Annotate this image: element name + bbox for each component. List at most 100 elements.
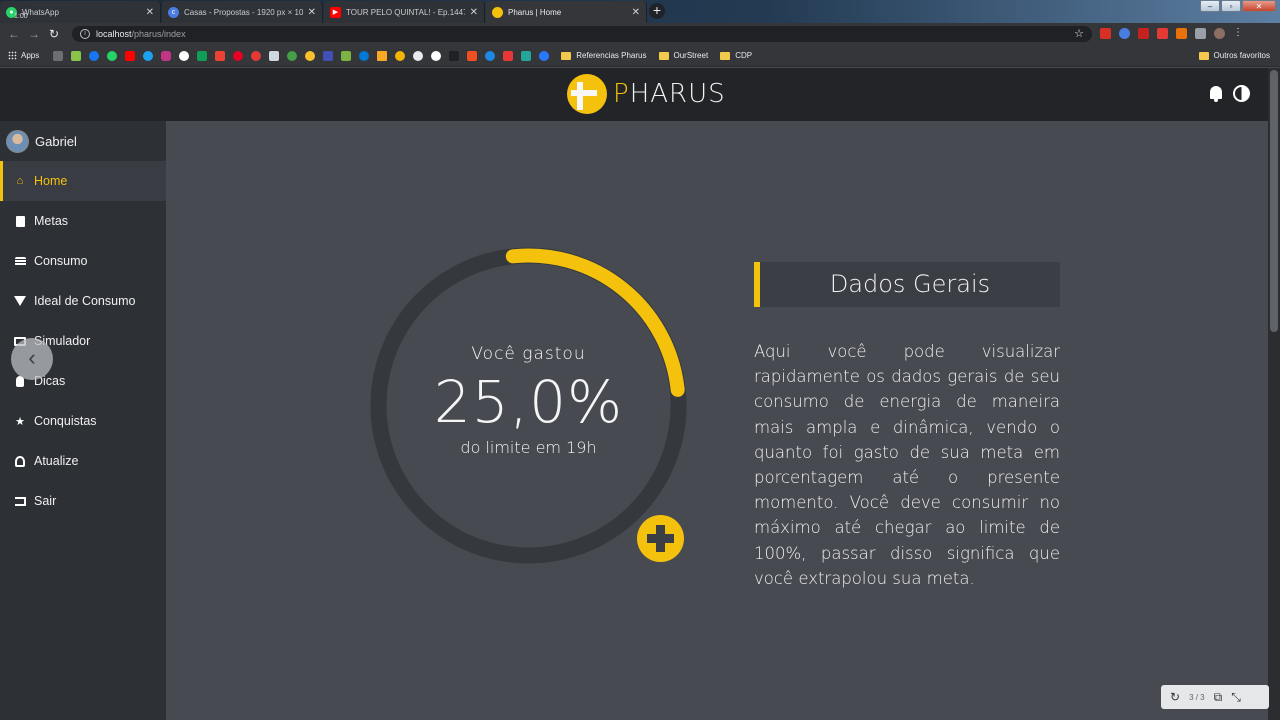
gauge-readout: Você gastou 25,0% do limite em 19h — [367, 344, 690, 457]
bookmark-site-icon[interactable] — [53, 50, 64, 61]
github-icon[interactable] — [413, 50, 424, 61]
filter-icon — [13, 294, 27, 308]
maximize-button[interactable]: ▫ — [1221, 0, 1241, 12]
whatsapp-icon[interactable] — [107, 50, 118, 61]
reload-icon[interactable]: ↻ — [44, 27, 64, 41]
bookmark-site-icon[interactable] — [485, 50, 496, 61]
bookmark-site-icon[interactable] — [323, 50, 334, 61]
bookmark-site-icon[interactable] — [449, 50, 460, 61]
info-icon[interactable]: i — [80, 29, 90, 39]
close-icon[interactable]: ✕ — [146, 7, 154, 18]
contrast-toggle-icon[interactable] — [1233, 85, 1250, 102]
tab-pharus-home[interactable]: Pharus | Home ✕ — [486, 1, 647, 23]
media-queue-icon[interactable] — [1195, 28, 1206, 39]
fit-page-icon[interactable]: ⧉ — [1214, 690, 1223, 705]
translate-icon[interactable] — [1119, 28, 1130, 39]
menu-dots-icon[interactable]: ⋮ — [1233, 28, 1244, 39]
close-icon[interactable]: ✕ — [470, 7, 478, 18]
window-controls: – ▫ ✕ — [1200, 0, 1276, 12]
bookmark-site-icon[interactable] — [215, 50, 226, 61]
bookmark-site-icon[interactable] — [377, 50, 388, 61]
pharus-logo[interactable]: PHARUS — [567, 74, 726, 114]
sidebar-item-consumo[interactable]: Consumo — [0, 241, 166, 281]
figma-icon[interactable] — [467, 50, 478, 61]
folder-icon — [720, 51, 731, 60]
close-icon[interactable]: ✕ — [632, 7, 640, 18]
pdf-extension-icon[interactable] — [1138, 28, 1149, 39]
back-arrow-icon[interactable]: ← — [4, 27, 24, 41]
youtube-icon[interactable] — [125, 50, 136, 61]
tab-casas-propostas[interactable]: c Casas - Propostas - 1920 px × 10 ✕ — [162, 1, 323, 23]
adblock-icon[interactable] — [1100, 28, 1111, 39]
folder-icon — [561, 51, 572, 60]
scrollbar-thumb[interactable] — [1270, 70, 1278, 332]
sidebar-item-label: Conquistas — [34, 414, 97, 428]
sidebar-item-label: Ideal de Consumo — [34, 294, 136, 308]
bookmark-other-favorites[interactable]: Outros favoritos — [1198, 51, 1270, 60]
bookmark-site-icon[interactable] — [71, 50, 82, 61]
collapse-sidebar-button[interactable]: ‹ — [11, 338, 53, 380]
edge-icon[interactable] — [359, 50, 370, 61]
chrome-page-icon: c — [168, 6, 179, 18]
bookmark-folder-referencias[interactable]: Referencias Pharus — [561, 51, 647, 60]
window-close-button[interactable]: ✕ — [1242, 0, 1276, 12]
bookmark-site-icon[interactable] — [503, 50, 514, 61]
instagram-icon[interactable] — [161, 50, 172, 61]
bookmark-folder-ourstreet[interactable]: OurStreet — [658, 51, 709, 60]
bookmark-site-icon[interactable] — [341, 50, 352, 61]
youtube-extension-icon[interactable] — [1157, 28, 1168, 39]
sidebar-item-atualize[interactable]: Atualize — [0, 441, 166, 481]
folder-label: Referencias Pharus — [576, 51, 647, 60]
pharus-favicon-icon — [492, 6, 503, 18]
sidebar-item-label: Metas — [34, 214, 69, 228]
award-icon — [13, 454, 27, 468]
folder-label: OurStreet — [673, 51, 709, 60]
pinterest-icon[interactable] — [233, 50, 244, 61]
gauge-sublabel: do limite em 19h — [460, 438, 597, 457]
bookmark-site-icon[interactable] — [269, 50, 280, 61]
bookmark-site-icon[interactable] — [521, 50, 532, 61]
bookmark-site-icon[interactable] — [539, 50, 550, 61]
extension-icon[interactable] — [1176, 28, 1187, 39]
twitter-icon[interactable] — [143, 50, 154, 61]
user-name: Gabriel — [35, 133, 77, 149]
star-icon: ★ — [15, 415, 25, 428]
folder-icon — [1198, 51, 1209, 60]
sidebar-item-conquistas[interactable]: ★ Conquistas — [0, 401, 166, 441]
bookmark-site-icon[interactable] — [287, 50, 298, 61]
coins-icon — [13, 254, 27, 268]
profile-avatar-icon[interactable] — [1214, 28, 1225, 39]
section-title: Dados Gerais — [754, 262, 1060, 307]
rotate-icon[interactable]: ↻ — [1170, 690, 1180, 704]
bookmark-site-icon[interactable] — [305, 50, 316, 61]
exit-fullscreen-icon[interactable]: ⤡ — [1231, 690, 1241, 705]
sidebar-item-home[interactable]: ⌂ Home — [0, 161, 166, 201]
facebook-icon[interactable] — [89, 50, 100, 61]
sidebar-item-metas[interactable]: Metas — [0, 201, 166, 241]
bookmark-site-icon[interactable] — [251, 50, 262, 61]
new-tab-button[interactable]: + — [649, 3, 665, 19]
user-profile[interactable]: Gabriel — [0, 121, 166, 161]
bookmark-site-icon[interactable] — [395, 50, 406, 61]
minimize-button[interactable]: – — [1200, 0, 1220, 12]
url-input[interactable]: i localhost/pharus/index ☆ — [72, 26, 1092, 42]
header-actions — [1208, 85, 1250, 103]
bell-icon[interactable] — [1208, 85, 1224, 103]
bookmark-icons — [53, 50, 550, 61]
bookmark-star-icon[interactable]: ☆ — [1074, 27, 1084, 40]
drive-icon[interactable] — [197, 50, 208, 61]
home-icon: ⌂ — [16, 175, 24, 187]
bookmark-apps[interactable]: Apps — [8, 51, 39, 60]
tab-youtube[interactable]: ▶ TOUR PELO QUINTAL! - Ep.1447 ✕ — [324, 1, 485, 23]
sidebar-item-ideal-de-consumo[interactable]: Ideal de Consumo — [0, 281, 166, 321]
bookmark-site-icon[interactable] — [431, 50, 442, 61]
other-favorites-label: Outros favoritos — [1213, 51, 1270, 60]
google-icon[interactable] — [179, 50, 190, 61]
bookmark-folder-cdp[interactable]: CDP — [720, 51, 752, 60]
sidebar-item-sair[interactable]: Sair — [0, 481, 166, 521]
close-icon[interactable]: ✕ — [308, 7, 316, 18]
add-button[interactable] — [637, 515, 684, 562]
sidebar: Gabriel ⌂ Home Metas Consumo Ideal de Co… — [0, 121, 166, 720]
forward-arrow-icon[interactable]: → — [24, 27, 44, 41]
folder-label: CDP — [735, 51, 753, 60]
